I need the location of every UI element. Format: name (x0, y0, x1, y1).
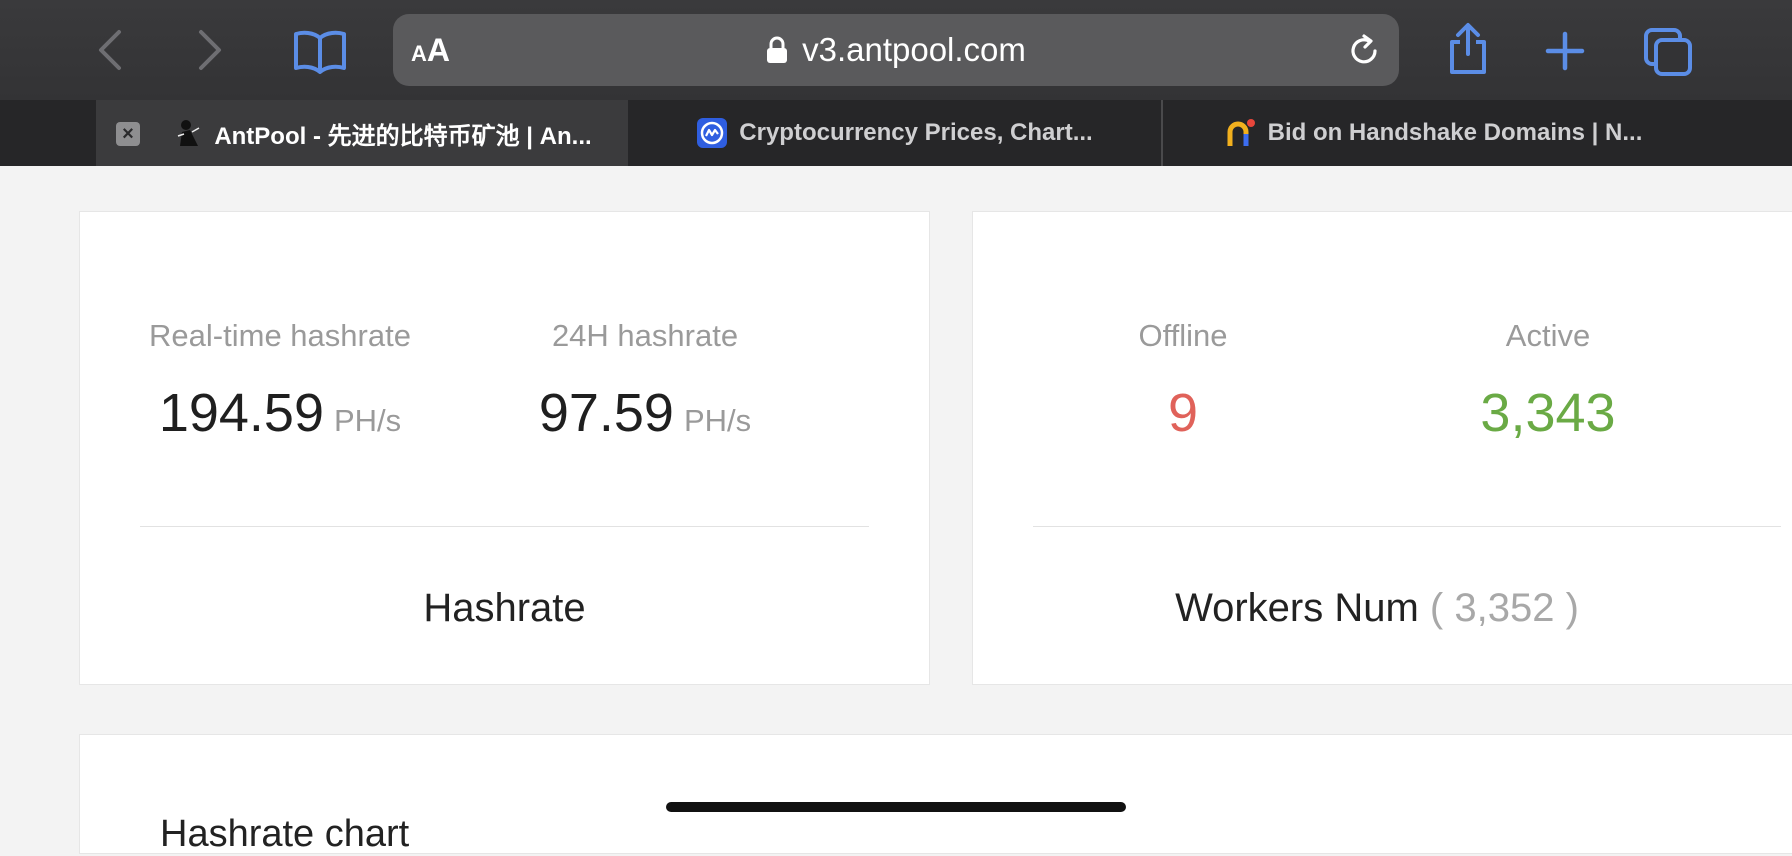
workers-card-footer: Workers Num ( 3,352 ) (943, 586, 1792, 631)
namebase-favicon-icon (1226, 118, 1256, 148)
antpool-favicon-icon (172, 118, 202, 148)
tab-coinmarketcap[interactable]: Cryptocurrency Prices, Chart... (630, 100, 1160, 166)
tab-separator (1161, 100, 1163, 166)
active-workers-stat: Active 3,343 (1418, 318, 1678, 444)
bookmarks-book-icon[interactable] (290, 26, 350, 76)
workers-total-close-paren: ) (1565, 586, 1579, 630)
hashrate-chart-title: Hashrate chart (160, 813, 410, 855)
tab-title: Bid on Handshake Domains | N... (1267, 119, 1643, 146)
address-bar[interactable]: A A v3.antpool.com (393, 14, 1399, 86)
close-tab-icon[interactable]: × (116, 122, 140, 146)
coinmarketcap-favicon-icon (697, 118, 728, 148)
workers-num-label: Workers Num (1175, 586, 1419, 630)
offline-value[interactable]: 9 (1168, 383, 1198, 443)
h24-hashrate-stat: 24H hashrate 97.59 PH/s (485, 318, 805, 444)
active-label: Active (1505, 318, 1591, 353)
back-chevron-icon[interactable] (88, 26, 132, 74)
realtime-hashrate-label: Real-time hashrate (149, 318, 411, 353)
tabs-overview-icon[interactable] (1640, 24, 1696, 80)
workers-total-value: 3,352 (1454, 586, 1555, 630)
realtime-hashrate-value: 194.59 (158, 383, 324, 443)
url-text[interactable]: v3.antpool.com (802, 31, 1026, 69)
reader-small-a: A (411, 41, 427, 66)
h24-hashrate-unit: PH/s (683, 403, 752, 438)
tab-title: AntPool - 先进的比特币矿池 | An... (214, 122, 592, 150)
tab-bar: × AntPool - 先进的比特币矿池 | An... Cryptocurre… (0, 100, 1792, 166)
offline-label: Offline (1138, 318, 1228, 353)
active-value[interactable]: 3,343 (1480, 383, 1615, 443)
new-tab-plus-icon[interactable] (1540, 26, 1590, 76)
realtime-hashrate-unit: PH/s (333, 403, 402, 438)
reader-big-a: A (426, 32, 450, 68)
tab-namebase[interactable]: Bid on Handshake Domains | N... (1164, 100, 1704, 166)
card-divider (1033, 526, 1781, 527)
workers-total-open-paren: ( (1429, 586, 1444, 630)
share-icon[interactable] (1442, 20, 1494, 78)
hashrate-card: Real-time hashrate 194.59 PH/s 24H hashra… (79, 211, 930, 685)
reload-icon[interactable] (1343, 30, 1385, 72)
browser-toolbar: A A v3.antpool.com (0, 0, 1792, 100)
offline-workers-stat: Offline 9 (1053, 318, 1313, 444)
lock-icon (766, 36, 788, 64)
reader-text-size-button[interactable]: A A (411, 32, 450, 68)
card-divider (140, 526, 869, 527)
tab-title: Cryptocurrency Prices, Chart... (739, 119, 1093, 146)
forward-chevron-icon[interactable] (188, 26, 232, 74)
home-indicator[interactable] (666, 802, 1126, 812)
url-display: v3.antpool.com (393, 14, 1399, 86)
hashrate-chart-card: Hashrate chart (79, 734, 1792, 855)
h24-hashrate-value: 97.59 (538, 383, 674, 443)
h24-hashrate-label: 24H hashrate (551, 318, 739, 353)
workers-card: Offline 9 Active 3,343 Workers Num ( 3,3… (972, 211, 1792, 685)
realtime-hashrate-stat: Real-time hashrate 194.59 PH/s (120, 318, 440, 444)
hashrate-card-footer: Hashrate (423, 586, 586, 630)
tab-antpool[interactable]: × AntPool - 先进的比特币矿池 | An... (96, 100, 628, 166)
